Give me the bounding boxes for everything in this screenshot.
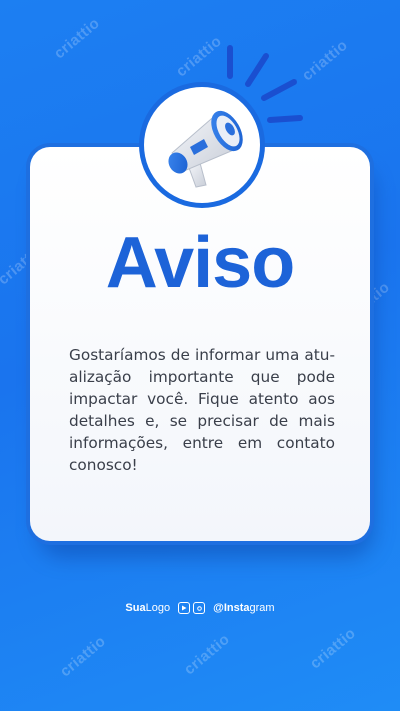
social-icons xyxy=(178,602,206,614)
notice-message: Gostaríamos de informar uma atu­alização… xyxy=(69,346,335,474)
watermark: criattio xyxy=(172,32,226,81)
youtube-icon[interactable] xyxy=(178,602,191,614)
footer: SuaLogo @Instagram xyxy=(0,598,400,618)
watermark: criattio xyxy=(306,624,360,673)
watermark: criattio xyxy=(50,14,104,63)
page-title: Aviso xyxy=(105,223,295,303)
megaphone-icon xyxy=(168,110,243,188)
social-handle[interactable]: @Instagram xyxy=(213,602,274,614)
watermark: criattio xyxy=(180,630,234,679)
megaphone-badge xyxy=(139,82,265,208)
instagram-icon[interactable] xyxy=(193,602,206,614)
watermark: criattio xyxy=(56,632,110,681)
brand-logo: SuaLogo xyxy=(125,602,171,614)
